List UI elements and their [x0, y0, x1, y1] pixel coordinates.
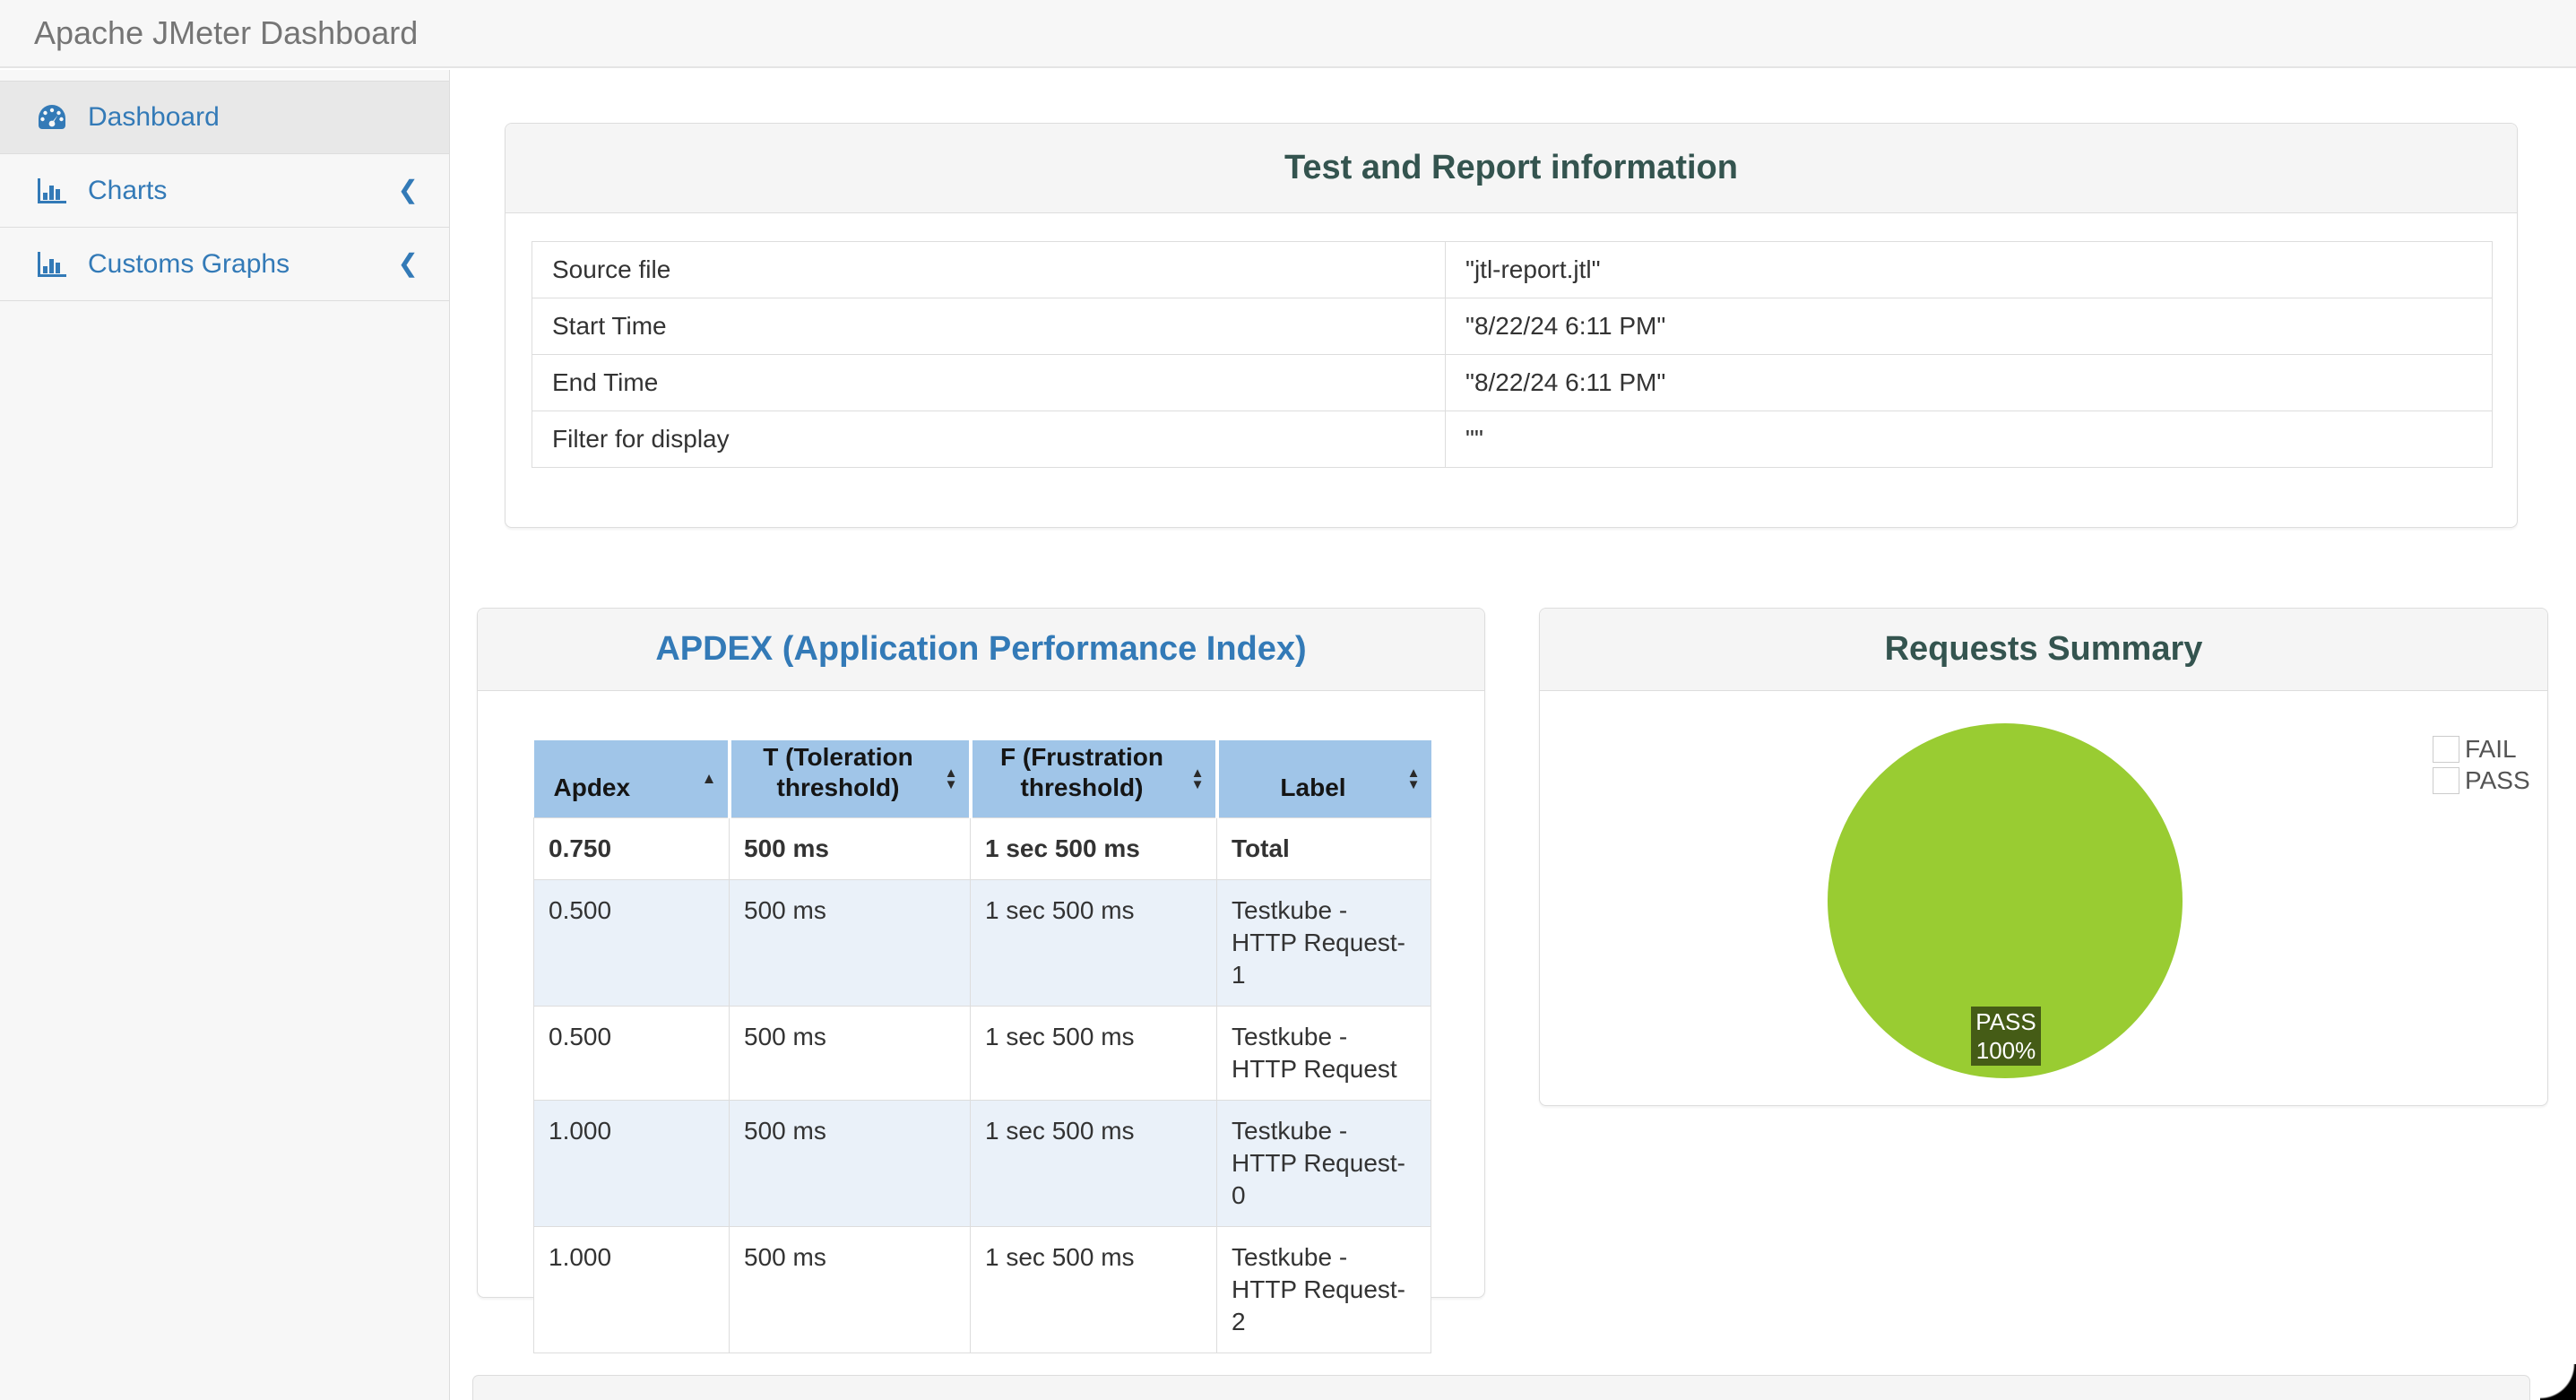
table-row: 0.750 500 ms 1 sec 500 ms Total	[533, 817, 1431, 880]
chart-legend: FAIL PASS	[2433, 735, 2530, 798]
label-value: Testkube - HTTP Request	[1216, 1005, 1431, 1101]
column-header-toleration[interactable]: T (Toleration threshold) ▲ ▼	[729, 740, 972, 817]
sidebar-item-charts[interactable]: Charts ❮	[0, 154, 449, 228]
test-info-panel: Test and Report information Source file …	[505, 123, 2518, 528]
sidebar-item-label: Charts	[88, 175, 168, 205]
test-info-panel-heading: Test and Report information	[506, 124, 2517, 213]
bar-chart-icon	[36, 177, 75, 205]
apdex-panel-title[interactable]: APDEX (Application Performance Index)	[655, 630, 1306, 669]
sidebar-menu: Dashboard Charts ❮ Customs Graphs ❮	[0, 81, 449, 301]
toleration-value: 500 ms	[729, 878, 971, 1007]
requests-summary-panel-title: Requests Summary	[1884, 630, 2203, 668]
column-header-frustration[interactable]: F (Frustration threshold) ▲ ▼	[970, 740, 1219, 817]
sidebar-item-label: Dashboard	[88, 102, 220, 132]
table-row: End Time "8/22/24 6:11 PM"	[532, 354, 2493, 411]
frustration-value: 1 sec 500 ms	[970, 1225, 1217, 1353]
apdex-value: 0.500	[533, 878, 730, 1007]
column-label: Label	[1280, 773, 1346, 801]
tachometer-icon	[36, 103, 75, 132]
apdex-value: 0.500	[533, 1005, 730, 1101]
legend-label: PASS	[2465, 766, 2530, 794]
sort-both-icon: ▲ ▼	[944, 765, 958, 792]
chevron-left-icon: ❮	[397, 248, 419, 277]
jmeter-dashboard-page: Apache JMeter Dashboard Dashboard Charts…	[0, 0, 2576, 1400]
sort-asc-icon: ▲	[701, 769, 717, 787]
column-label: F (Frustration threshold)	[1000, 742, 1163, 801]
requests-summary-panel: Requests Summary PASS 100% FAIL PASS	[1539, 608, 2548, 1106]
requests-summary-chart-area: PASS 100% FAIL PASS	[1540, 691, 2547, 1105]
apdex-panel-heading: APDEX (Application Performance Index)	[478, 609, 1484, 691]
requests-summary-panel-heading: Requests Summary	[1540, 609, 2547, 691]
table-row: Source file "jtl-report.jtl"	[532, 241, 2493, 298]
apdex-value: 1.000	[533, 1225, 730, 1353]
toleration-value: 500 ms	[729, 1225, 971, 1353]
label-value: Testkube - HTTP Request-0	[1216, 1099, 1431, 1227]
label-value: Testkube - HTTP Request-1	[1216, 878, 1431, 1007]
info-value: ""	[1445, 410, 2493, 468]
apdex-value: 0.750	[533, 817, 730, 880]
apdex-table: Apdex ▲ T (Toleration threshold) ▲ ▼ F (F…	[533, 740, 1431, 1353]
pie-percent-label: PASS 100%	[1971, 1007, 2041, 1066]
info-value: "8/22/24 6:11 PM"	[1445, 354, 2493, 411]
test-info-table: Source file "jtl-report.jtl" Start Time …	[532, 241, 2493, 468]
table-header-row: Apdex ▲ T (Toleration threshold) ▲ ▼ F (F…	[533, 740, 1431, 817]
table-row: 1.000 500 ms 1 sec 500 ms Testkube - HTT…	[533, 1225, 1431, 1353]
column-label: Apdex	[553, 773, 631, 801]
label-value: Testkube - HTTP Request-2	[1216, 1225, 1431, 1353]
column-header-label[interactable]: Label ▲ ▼	[1216, 740, 1431, 817]
frustration-value: 1 sec 500 ms	[970, 1099, 1217, 1227]
table-row: 1.000 500 ms 1 sec 500 ms Testkube - HTT…	[533, 1099, 1431, 1227]
app-header: Apache JMeter Dashboard	[0, 0, 2576, 68]
sidebar-item-dashboard[interactable]: Dashboard	[0, 81, 449, 154]
table-row: Filter for display ""	[532, 410, 2493, 468]
fail-swatch-icon	[2433, 736, 2459, 763]
column-header-apdex[interactable]: Apdex ▲	[533, 740, 731, 817]
app-title: Apache JMeter Dashboard	[34, 14, 419, 51]
info-label: Filter for display	[532, 410, 1446, 468]
info-label: Start Time	[532, 298, 1446, 355]
toleration-value: 500 ms	[729, 1005, 971, 1101]
table-row: 0.500 500 ms 1 sec 500 ms Testkube - HTT…	[533, 1005, 1431, 1101]
sidebar-item-customs-graphs[interactable]: Customs Graphs ❮	[0, 228, 449, 301]
legend-label: FAIL	[2465, 735, 2517, 763]
sort-both-icon: ▲ ▼	[1406, 765, 1421, 792]
frustration-value: 1 sec 500 ms	[970, 878, 1217, 1007]
label-value: Total	[1216, 817, 1431, 880]
table-row: 0.500 500 ms 1 sec 500 ms Testkube - HTT…	[533, 878, 1431, 1007]
test-info-panel-title: Test and Report information	[1284, 149, 1738, 186]
window-corner-artifact	[2540, 1364, 2576, 1400]
info-label: Source file	[532, 241, 1446, 298]
legend-item-fail: FAIL	[2433, 735, 2530, 764]
sort-both-icon: ▲ ▼	[1190, 765, 1205, 792]
bottom-panel-partial	[472, 1375, 2530, 1400]
column-label: T (Toleration threshold)	[763, 742, 913, 801]
sidebar-item-label: Customs Graphs	[88, 248, 290, 279]
info-label: End Time	[532, 354, 1446, 411]
frustration-value: 1 sec 500 ms	[970, 817, 1217, 880]
table-row: Start Time "8/22/24 6:11 PM"	[532, 298, 2493, 355]
apdex-value: 1.000	[533, 1099, 730, 1227]
toleration-value: 500 ms	[729, 817, 971, 880]
frustration-value: 1 sec 500 ms	[970, 1005, 1217, 1101]
apdex-panel: APDEX (Application Performance Index) Ap…	[477, 608, 1485, 1353]
bar-chart-icon	[36, 250, 75, 279]
sidebar: Dashboard Charts ❮ Customs Graphs ❮	[0, 70, 450, 1400]
toleration-value: 500 ms	[729, 1099, 971, 1227]
legend-item-pass: PASS	[2433, 766, 2530, 795]
info-value: "8/22/24 6:11 PM"	[1445, 298, 2493, 355]
pass-swatch-icon	[2433, 767, 2459, 794]
info-value: "jtl-report.jtl"	[1445, 241, 2493, 298]
chevron-left-icon: ❮	[397, 175, 419, 203]
